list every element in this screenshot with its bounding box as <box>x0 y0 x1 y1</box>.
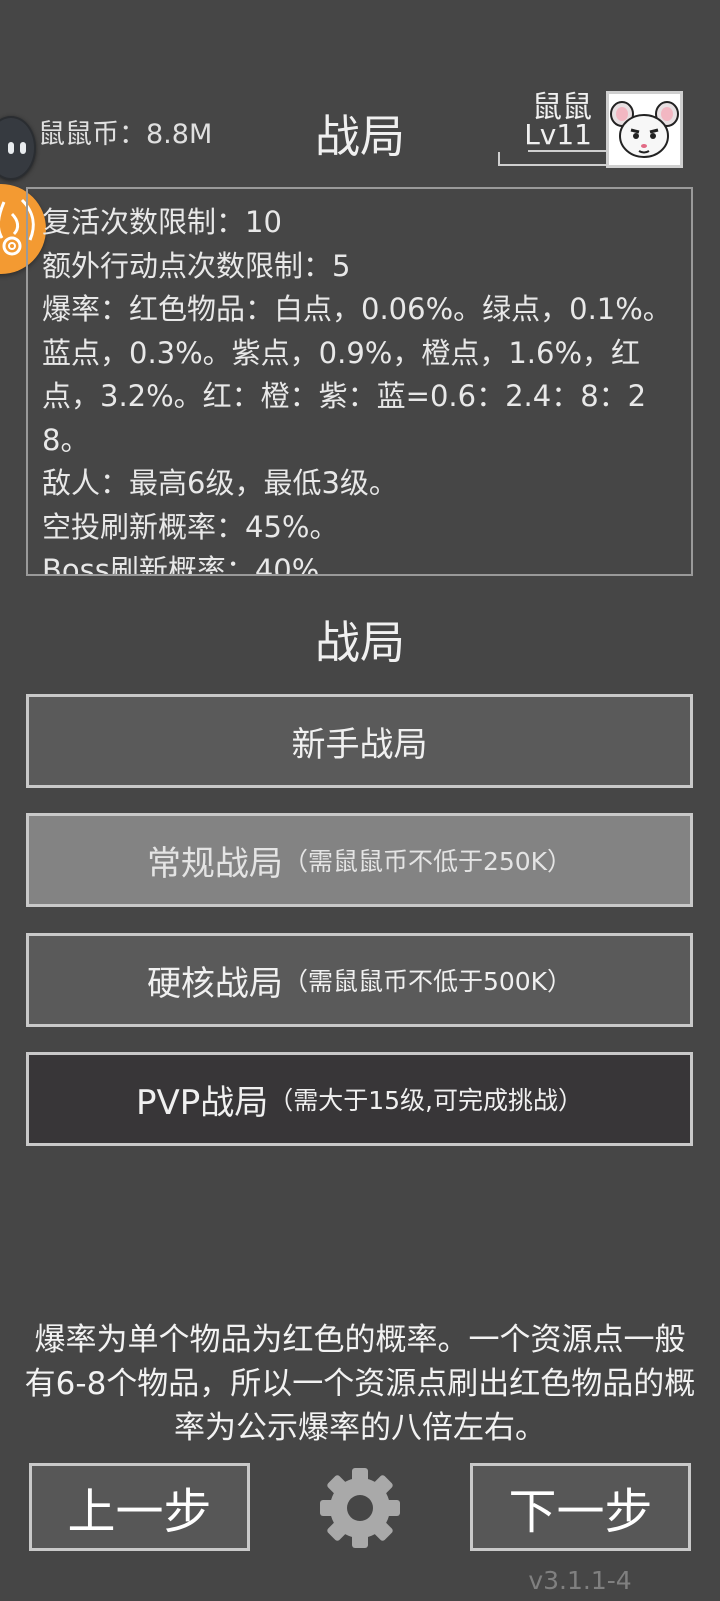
mode-requirement: （需鼠鼠币不低于500K） <box>282 967 573 996</box>
beginner-match-button[interactable]: 新手战局 <box>26 694 693 788</box>
white-rat-avatar <box>609 94 680 165</box>
pvp-match-button[interactable]: PVP战局 （需大于15级,可完成挑战） <box>26 1052 693 1146</box>
info-line-revive-limit: 复活次数限制：10 <box>42 205 282 239</box>
rules-info-panel[interactable]: 复活次数限制：10 额外行动点次数限制：5 爆率：红色物品：白点，0.06%。绿… <box>26 187 693 576</box>
mode-label: PVP战局 <box>135 1082 269 1123</box>
avatar[interactable] <box>606 91 683 168</box>
normal-match-button[interactable]: 常规战局 （需鼠鼠币不低于250K） <box>26 813 693 907</box>
level-bar <box>498 150 606 166</box>
settings-button[interactable] <box>316 1464 404 1552</box>
previous-step-button[interactable]: 上一步 <box>29 1463 250 1551</box>
mode-label: 新手战局 <box>291 724 428 765</box>
info-line-action-point-limit: 额外行动点次数限制：5 <box>42 248 351 283</box>
info-line-boss-rate: Boss刷新概率：40% <box>42 553 320 576</box>
section-title: 战局 <box>314 616 405 669</box>
player-level: Lv11 <box>524 118 592 151</box>
drop-rate-note: 爆率为单个物品为红色的概率。一个资源点一般有6-8个物品，所以一个资源点刷出红色… <box>24 1322 696 1446</box>
mode-label: 常规战局 <box>146 843 283 884</box>
mode-label: 硬核战局 <box>146 963 283 1004</box>
gear-icon <box>320 1468 400 1548</box>
hardcore-match-button[interactable]: 硬核战局 （需鼠鼠币不低于500K） <box>26 933 693 1027</box>
mode-requirement: （需大于15级,可完成挑战） <box>268 1086 584 1115</box>
info-line-airdrop-rate: 空投刷新概率：45%。 <box>42 509 339 544</box>
info-line-enemy-level: 敌人：最高6级，最低3级。 <box>42 466 398 500</box>
info-line-drop-rate: 爆率：红色物品：白点，0.06%。绿点，0.1%。蓝点，0.3%。紫点，0.9%… <box>42 292 672 457</box>
version-label: v3.1.1-4 <box>528 1566 632 1595</box>
next-step-button[interactable]: 下一步 <box>470 1463 691 1551</box>
mode-requirement: （需鼠鼠币不低于250K） <box>282 847 573 876</box>
